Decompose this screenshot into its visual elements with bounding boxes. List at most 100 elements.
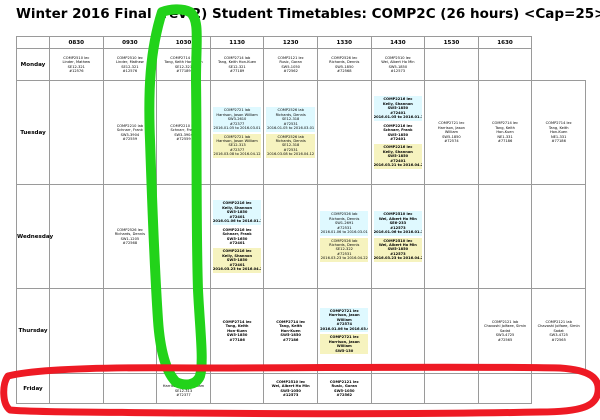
slot-cell: COMP2510 lec Wei, Albert Ho Min SE6-233 #12… bbox=[370, 184, 426, 289]
slot-cell bbox=[477, 373, 533, 404]
day-row-wednesday: Wednesday COMP2526 lec Richards, Dennis SW1… bbox=[16, 184, 586, 289]
time-header-row: 0830 0930 1030 1130 1230 1330 1430 1530 … bbox=[16, 36, 586, 49]
class-entry[interactable]: COMP2510 lec Wei, Albert Ho Min SW5-1850 #1… bbox=[373, 237, 423, 262]
class-entry[interactable]: COMP2216 lec Kelly, Shannon SW5-1850 #72401… bbox=[212, 200, 262, 225]
slot-cell bbox=[102, 373, 158, 404]
class-entry[interactable]: COMP2510 lec Wei, Albert Ho Min SW5-1850 #1… bbox=[374, 55, 422, 75]
slot-cell bbox=[49, 288, 104, 374]
class-entry[interactable]: COMP2121 lec Rusic, Goran SW5-1050 #72562 bbox=[320, 379, 368, 399]
class-entry[interactable]: COMP2526 lab Richards, Dennis SE12-318 #725… bbox=[266, 107, 315, 132]
slot-cell bbox=[156, 184, 211, 289]
class-entry[interactable]: COMP2510 lec Linder, Mathew SE12-321 #12576 bbox=[52, 55, 100, 75]
time-header-0930: 0930 bbox=[102, 36, 158, 49]
class-entry[interactable]: COMP2714 lec Tang, Keith Hon-Kuen SW5-1850 #… bbox=[213, 319, 261, 343]
class-entry[interactable]: COMP2714 lec Tang, Keith Hon-Kuen NE1-331 #7… bbox=[534, 120, 582, 144]
day-label: Thursday bbox=[16, 288, 50, 374]
class-entry-line: 2016.01.06 to 2016.03.01 bbox=[320, 326, 369, 331]
time-header-1330: 1330 bbox=[316, 36, 372, 49]
class-entry-line: #72574 bbox=[444, 139, 459, 144]
class-entry-line: 2016.01.06 to 2016.03.01 bbox=[320, 230, 368, 235]
class-entry-line: 2016.01.06 to 2016.01.13 bbox=[212, 219, 262, 224]
class-entry-line: #12576 bbox=[69, 68, 84, 73]
class-entry-line: #12573 bbox=[282, 392, 299, 397]
day-label: Monday bbox=[16, 48, 50, 81]
class-entry-line: #72559 bbox=[176, 136, 191, 141]
class-entry-line: #72565 bbox=[497, 337, 513, 342]
slot-cell bbox=[49, 80, 104, 185]
class-entry[interactable]: COMP2721 lec Harrison, Jason William SW5-18… bbox=[427, 120, 475, 144]
class-entry-line: 2016.01.06 to 2016.01.13 bbox=[373, 230, 423, 235]
class-entry[interactable]: COMP2526 lec Richards, Dennis SW5-1850 #725… bbox=[320, 55, 368, 75]
slot-cell bbox=[424, 288, 479, 374]
day-label: Friday bbox=[16, 373, 50, 404]
slot-cell bbox=[370, 288, 426, 374]
class-entry[interactable]: COMP2721 lab Harrison, Jason William SE12-… bbox=[159, 379, 207, 399]
class-entry[interactable]: COMP2510 lec Wei, Albert Ho Min SE6-233 #12… bbox=[373, 211, 423, 236]
class-entry[interactable]: COMP2210 lab Schnarr, Frank SW3-3904 #72559 bbox=[159, 123, 207, 143]
class-entry[interactable]: COMP2526 lec Richards, Dennis SW1-1205 #725… bbox=[106, 227, 154, 247]
class-entry[interactable]: COMP2714 lab Tang, Keith Hon-Kuen SE12-321… bbox=[159, 55, 207, 75]
class-entry-line: #12573 bbox=[390, 68, 406, 73]
class-entry-line: 2016.03.23 to 2016.04.22 bbox=[212, 267, 262, 272]
class-entry-line: #77186 bbox=[282, 337, 299, 342]
class-entry-line: #72377 bbox=[176, 392, 191, 397]
class-entry[interactable]: COMP2121 lec Rusic, Goran SW5-1050 #72562 bbox=[266, 55, 314, 75]
slot-cell: COMP2510 lec Wei, Albert Ho Min SW5-1050 #1… bbox=[263, 373, 318, 404]
class-entry[interactable]: COMP2216 lec Schnarr, Frank SW5-1850 #72401 bbox=[374, 123, 422, 143]
slot-cell: COMP2510 lec Linder, Mathew SE12-321 #12576 bbox=[102, 48, 158, 81]
class-entry-line: #72568 bbox=[122, 240, 138, 245]
class-entry[interactable]: COMP2216 lec Kelly, Shannon SW5-1850 #72401… bbox=[373, 96, 423, 121]
slot-cell: COMP2121 lec Rusic, Goran SW5-1050 #72562 bbox=[263, 48, 318, 81]
class-entry[interactable]: COMP2216 lec Kelly, Shannon SW5-1850 #72401… bbox=[373, 144, 423, 169]
slot-cell: COMP2526 lab Richards, Dennis SE12-318 #725… bbox=[263, 80, 318, 185]
slot-cell bbox=[424, 48, 479, 81]
class-entry[interactable]: COMP2526 lab Richards, Dennis SW1-2691 #725… bbox=[320, 211, 369, 236]
class-entry[interactable]: COMP2216 lec Schnarr, Frank SW5-1650 #72401 bbox=[213, 227, 261, 247]
class-entry[interactable]: COMP2721 lec Harrison, Jason William #72574… bbox=[320, 307, 369, 333]
class-entry-line: 2016.03.08 to 2016.04.12 bbox=[267, 152, 315, 157]
day-row-thursday: Thursday COMP2714 lec Tang, Keith Hon-Kuen S… bbox=[16, 288, 586, 374]
slot-cell bbox=[156, 288, 211, 374]
class-entry-line: #72401 bbox=[390, 136, 406, 141]
class-entry[interactable]: COMP2714 lec Tang, Keith Hon-Kuen SW5-1850 #… bbox=[266, 319, 314, 343]
class-entry-line: 2016.03.23 to 2016.04.22 bbox=[373, 256, 423, 261]
class-entry[interactable]: COMP2121 lab Chavoshi Jolfaee, Simin Sadat… bbox=[481, 319, 529, 343]
class-entry-line: #77189 bbox=[229, 68, 245, 73]
class-entry[interactable]: COMP2510 lec Linder, Mathew SE12-321 #12576 bbox=[106, 55, 154, 75]
class-entry-line: #72562 bbox=[283, 68, 298, 73]
slot-cell bbox=[477, 184, 533, 289]
class-entry[interactable]: COMP2721 lec Harrison, Jason William SW5-13… bbox=[320, 334, 369, 355]
slot-cell: COMP2121 lab Chavoshi Jolfaee, Simin Sadat… bbox=[477, 288, 533, 374]
class-entry[interactable]: COMP2714 lab Tang, Keith Hon-Kuen SE12-321… bbox=[213, 55, 261, 75]
slot-cell: COMP2510 lec Linder, Mathew SE12-321 #12576 bbox=[49, 48, 104, 81]
slot-cell: COMP2510 lec Wei, Albert Ho Min SW5-1850 #1… bbox=[370, 48, 426, 81]
day-label: Wednesday bbox=[16, 184, 53, 289]
slot-cell bbox=[49, 184, 104, 289]
class-entry[interactable]: COMP2526 lab Richards, Dennis SE12-322 #725… bbox=[320, 237, 369, 262]
slot-cell: COMP2721 lab Harrison, Jason William SW3-2… bbox=[209, 80, 265, 185]
class-entry-line: Tang, Keith Hon-Kuen bbox=[217, 60, 257, 65]
slot-cell: COMP2714 lab Tang, Keith Hon-Kuen SE12-321… bbox=[209, 48, 265, 81]
slot-cell bbox=[263, 184, 318, 289]
slot-cell bbox=[424, 373, 479, 404]
slot-cell: COMP2714 lec Tang, Keith Hon-Kuen NE1-331 #7… bbox=[531, 80, 586, 185]
class-entry[interactable]: COMP2216 lec Kelly, Shannon SW5-1850 #72401… bbox=[212, 248, 262, 273]
class-entry[interactable]: COMP2721 lab Harrison, Jason William SW3-2… bbox=[212, 107, 262, 132]
slot-cell bbox=[370, 373, 426, 404]
class-entry[interactable]: COMP2714 lec Tang, Keith Hon-Kuen NE1-331 #7… bbox=[481, 120, 529, 144]
class-entry[interactable]: COMP2210 lab Schnarr, Frank SW3-3904 #72559 bbox=[106, 123, 154, 143]
class-entry[interactable]: COMP2526 lab Richards, Dennis SE12-318 #725… bbox=[266, 133, 315, 158]
class-entry-line: 2016.03.08 to 2016.04.12 bbox=[213, 152, 261, 157]
class-entry-line: #72559 bbox=[122, 136, 138, 141]
time-header-1230: 1230 bbox=[263, 36, 318, 49]
class-entry[interactable]: COMP2721 lab Harrison, Jason William SE12-… bbox=[212, 133, 262, 158]
class-entry-line: #77189 bbox=[176, 68, 191, 73]
page-title: Winter 2016 Final (rev 2) Student Timeta… bbox=[16, 6, 600, 22]
timetable: 0830 0930 1030 1130 1230 1330 1430 1530 … bbox=[16, 36, 586, 404]
time-header-1530: 1530 bbox=[424, 36, 479, 49]
class-entry[interactable]: COMP2121 lab Chavoshi Jolfaee, Simin Sadat… bbox=[534, 319, 582, 343]
class-entry[interactable]: COMP2510 lec Wei, Albert Ho Min SW5-1050 #1… bbox=[266, 379, 314, 399]
class-entry-line: 2016.03.21 to 2016.04.22 bbox=[373, 163, 423, 168]
class-entry-line: #12576 bbox=[122, 68, 138, 73]
class-entry-line: #72562 bbox=[336, 392, 353, 397]
